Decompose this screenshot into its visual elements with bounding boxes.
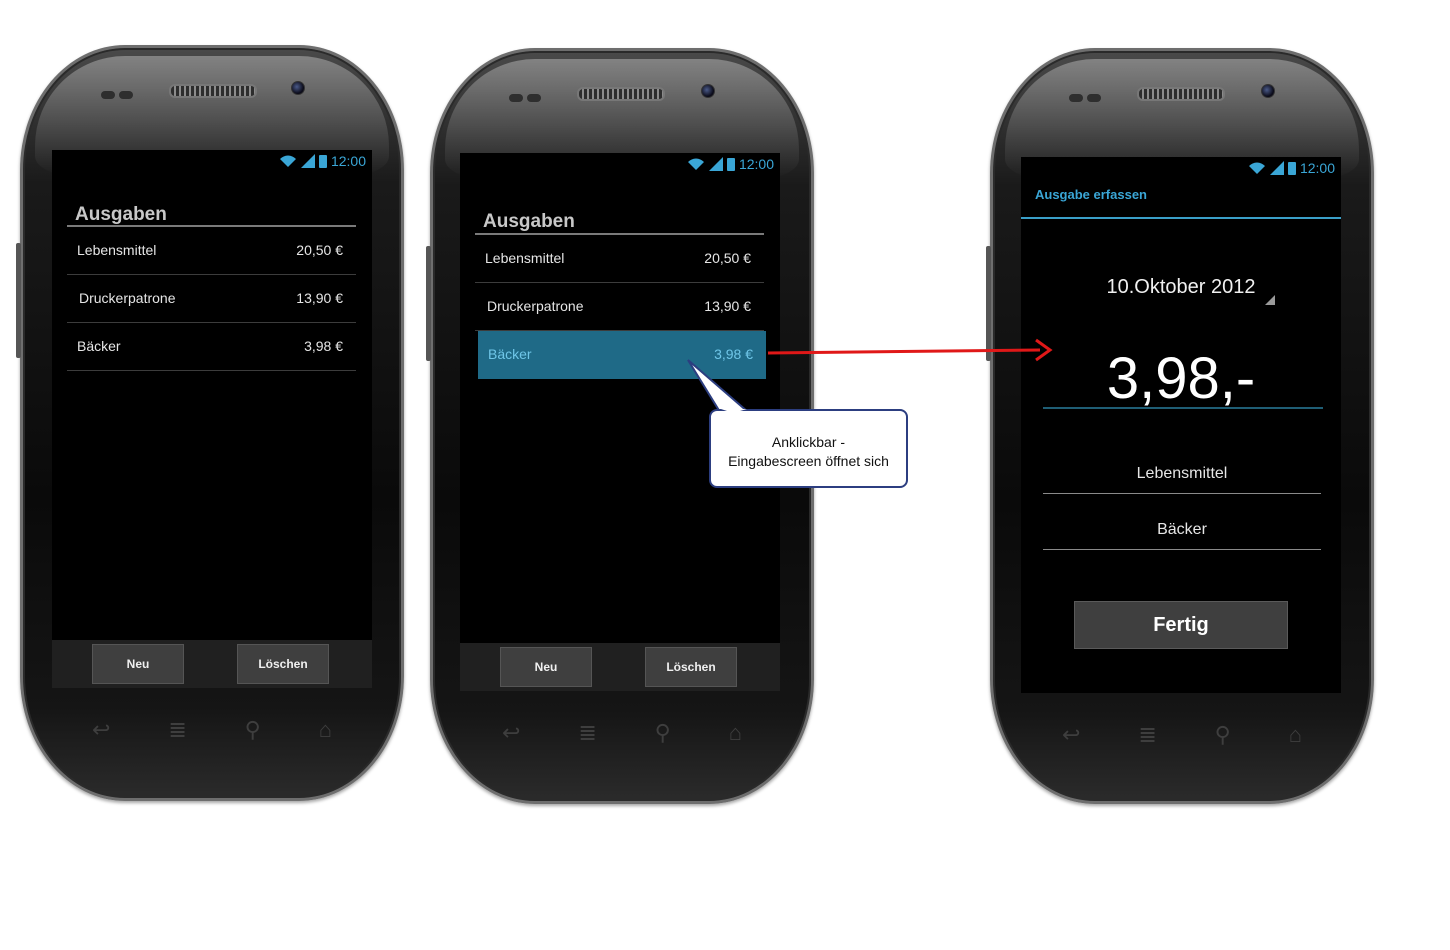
list-item[interactable]: Bäcker 3,98 € bbox=[67, 323, 356, 371]
list-item[interactable]: Druckerpatrone 13,90 € bbox=[67, 275, 356, 323]
annotation-callout: Anklickbar - Eingabescreen öffnet sich bbox=[709, 409, 908, 488]
back-icon[interactable]: ↩ bbox=[1062, 722, 1080, 748]
new-button[interactable]: Neu bbox=[92, 644, 184, 684]
search-icon[interactable]: ⚲ bbox=[655, 720, 671, 746]
earpiece-speaker bbox=[1137, 87, 1225, 101]
status-bar: 12:00 bbox=[687, 153, 780, 175]
item-amount: 13,90 € bbox=[296, 290, 343, 306]
item-label: Lebensmittel bbox=[485, 250, 565, 266]
delete-button[interactable]: Löschen bbox=[237, 644, 329, 684]
phone-1: 12:00 Ausgaben Lebensmittel 20,50 € Druc… bbox=[16, 45, 404, 801]
proximity-sensor bbox=[101, 86, 143, 99]
item-label: Lebensmittel bbox=[77, 242, 157, 258]
battery-icon bbox=[318, 154, 327, 168]
status-time: 12:00 bbox=[1299, 160, 1335, 176]
list-title: Ausgaben bbox=[75, 204, 167, 225]
list-screen: 12:00 Ausgaben Lebensmittel 20,50 € Druc… bbox=[52, 150, 372, 688]
done-button[interactable]: Fertig bbox=[1074, 601, 1288, 649]
menu-icon[interactable]: ≣ bbox=[168, 717, 186, 743]
earpiece-speaker bbox=[577, 87, 665, 101]
menu-icon[interactable]: ≣ bbox=[578, 720, 596, 746]
phone-3: 12:00 Ausgabe erfassen 10.Oktober 2012 3… bbox=[986, 48, 1374, 804]
item-amount: 20,50 € bbox=[296, 242, 343, 258]
description-field[interactable]: Bäcker bbox=[1043, 521, 1321, 550]
nav-bar: ↩ ≣ ⚲ ⌂ bbox=[473, 713, 771, 753]
item-amount: 3,98 € bbox=[304, 338, 343, 354]
amount-underline bbox=[1043, 407, 1323, 409]
list-title: Ausgaben bbox=[483, 211, 575, 232]
front-camera bbox=[701, 84, 715, 98]
amount-input[interactable]: 3,98,- bbox=[1021, 345, 1341, 412]
home-icon[interactable]: ⌂ bbox=[1289, 722, 1302, 748]
front-camera bbox=[291, 81, 305, 95]
callout-line-2: Eingabescreen öffnet sich bbox=[728, 453, 889, 469]
new-button[interactable]: Neu bbox=[500, 647, 592, 687]
date-picker[interactable]: 10.Oktober 2012 bbox=[1021, 276, 1341, 299]
item-amount: 13,90 € bbox=[704, 298, 751, 314]
battery-icon bbox=[726, 157, 735, 171]
action-bar: Ausgabe erfassen bbox=[1021, 179, 1341, 219]
status-time: 12:00 bbox=[330, 153, 366, 169]
nav-bar: ↩ ≣ ⚲ ⌂ bbox=[63, 710, 361, 750]
list-item[interactable]: Lebensmittel 20,50 € bbox=[475, 235, 764, 283]
battery-icon bbox=[1287, 161, 1296, 175]
menu-icon[interactable]: ≣ bbox=[1138, 722, 1156, 748]
list-item[interactable]: Lebensmittel 20,50 € bbox=[67, 227, 356, 275]
status-bar: 12:00 bbox=[279, 150, 372, 172]
screen-title: Ausgabe erfassen bbox=[1035, 187, 1147, 202]
item-amount: 20,50 € bbox=[704, 250, 751, 266]
nav-bar: ↩ ≣ ⚲ ⌂ bbox=[1033, 715, 1331, 755]
status-bar: 12:00 bbox=[1248, 157, 1341, 179]
category-field[interactable]: Lebensmittel bbox=[1043, 465, 1321, 494]
item-label: Bäcker bbox=[488, 346, 532, 362]
signal-icon bbox=[708, 157, 723, 171]
button-bar: Neu Löschen bbox=[460, 643, 780, 691]
signal-icon bbox=[300, 154, 315, 168]
entry-screen: 12:00 Ausgabe erfassen 10.Oktober 2012 3… bbox=[1021, 157, 1341, 693]
proximity-sensor bbox=[1069, 89, 1111, 102]
proximity-sensor bbox=[509, 89, 551, 102]
item-label: Druckerpatrone bbox=[79, 290, 176, 306]
item-amount: 3,98 € bbox=[714, 346, 753, 362]
search-icon[interactable]: ⚲ bbox=[1215, 722, 1231, 748]
search-icon[interactable]: ⚲ bbox=[245, 717, 261, 743]
home-icon[interactable]: ⌂ bbox=[729, 720, 742, 746]
home-icon[interactable]: ⌂ bbox=[319, 717, 332, 743]
button-bar: Neu Löschen bbox=[52, 640, 372, 688]
dropdown-caret-icon bbox=[1265, 295, 1275, 305]
signal-icon bbox=[1269, 161, 1284, 175]
earpiece-speaker bbox=[169, 84, 257, 98]
callout-line-1: Anklickbar - bbox=[771, 434, 846, 450]
item-label: Bäcker bbox=[77, 338, 121, 354]
list-item[interactable]: Druckerpatrone 13,90 € bbox=[475, 283, 764, 331]
front-camera bbox=[1261, 84, 1275, 98]
wifi-icon bbox=[1248, 162, 1265, 174]
back-icon[interactable]: ↩ bbox=[502, 720, 520, 746]
list-item-selected[interactable]: Bäcker 3,98 € bbox=[478, 331, 766, 379]
delete-button[interactable]: Löschen bbox=[645, 647, 737, 687]
wifi-icon bbox=[279, 155, 296, 167]
status-time: 12:00 bbox=[738, 156, 774, 172]
back-icon[interactable]: ↩ bbox=[92, 717, 110, 743]
wifi-icon bbox=[687, 158, 704, 170]
item-label: Druckerpatrone bbox=[487, 298, 584, 314]
